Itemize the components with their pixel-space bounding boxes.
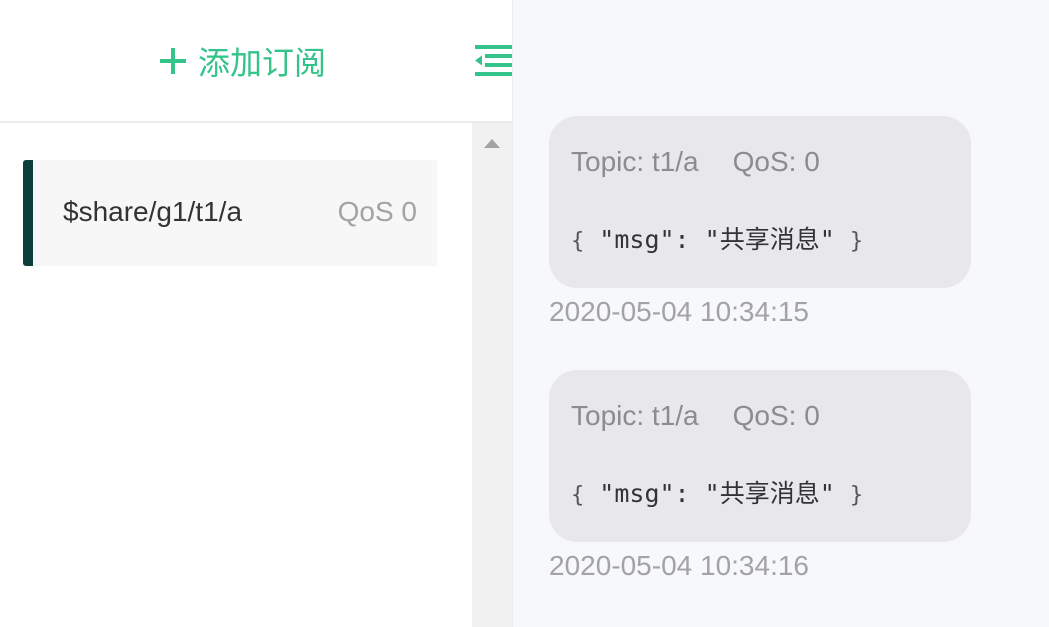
message-bubble[interactable]: Topic: t1/a QoS: 0 { "msg": "共享消息" }	[549, 116, 971, 288]
subscription-topic: $share/g1/t1/a	[63, 196, 243, 227]
subscription-color-bar	[23, 160, 33, 266]
message-timestamp: 2020-05-04 10:34:15	[549, 296, 809, 327]
message-payload: { "msg": "共享消息" }	[571, 474, 863, 510]
message-qos: QoS: 0	[732, 400, 820, 431]
subscriptions-panel: 添加订阅 $share/g1/t1/a QoS 0	[0, 0, 512, 627]
message-meta: Topic: t1/a QoS: 0	[571, 146, 820, 178]
collapse-menu-icon	[475, 45, 512, 76]
message-qos: QoS: 0	[732, 146, 820, 177]
subscription-scrollbar[interactable]	[472, 123, 512, 627]
messages-panel: Topic: t1/a QoS: 0 { "msg": "共享消息" } 2020…	[512, 0, 1049, 627]
add-subscription-label: 添加订阅	[198, 45, 327, 81]
payload-close-brace: }	[849, 483, 864, 508]
message-payload: { "msg": "共享消息" }	[571, 220, 863, 256]
payload-body: "msg": "共享消息"	[584, 225, 850, 254]
subscription-qos: QoS 0	[337, 196, 417, 227]
add-subscription-button[interactable]: 添加订阅	[160, 36, 326, 86]
message-meta: Topic: t1/a QoS: 0	[571, 400, 820, 432]
message-topic: Topic: t1/a	[571, 146, 699, 177]
collapse-panel-button[interactable]	[473, 42, 512, 82]
message-bubble[interactable]: Topic: t1/a QoS: 0 { "msg": "共享消息" }	[549, 370, 971, 542]
subscription-list: $share/g1/t1/a QoS 0	[0, 123, 472, 627]
subscription-item[interactable]: $share/g1/t1/a QoS 0	[23, 160, 437, 266]
message-timestamp: 2020-05-04 10:34:16	[549, 550, 809, 581]
payload-open-brace: {	[571, 229, 585, 254]
mqtt-client-window: 添加订阅 $share/g1/t1/a QoS 0 Topic: t1/a Qo…	[0, 0, 1049, 627]
payload-close-brace: }	[849, 229, 864, 254]
plus-icon	[160, 48, 186, 74]
message-topic: Topic: t1/a	[571, 400, 699, 431]
payload-body: "msg": "共享消息"	[584, 479, 850, 508]
payload-open-brace: {	[571, 483, 585, 508]
subscriptions-header: 添加订阅	[0, 0, 512, 123]
scroll-up-arrow-icon[interactable]	[484, 139, 500, 148]
